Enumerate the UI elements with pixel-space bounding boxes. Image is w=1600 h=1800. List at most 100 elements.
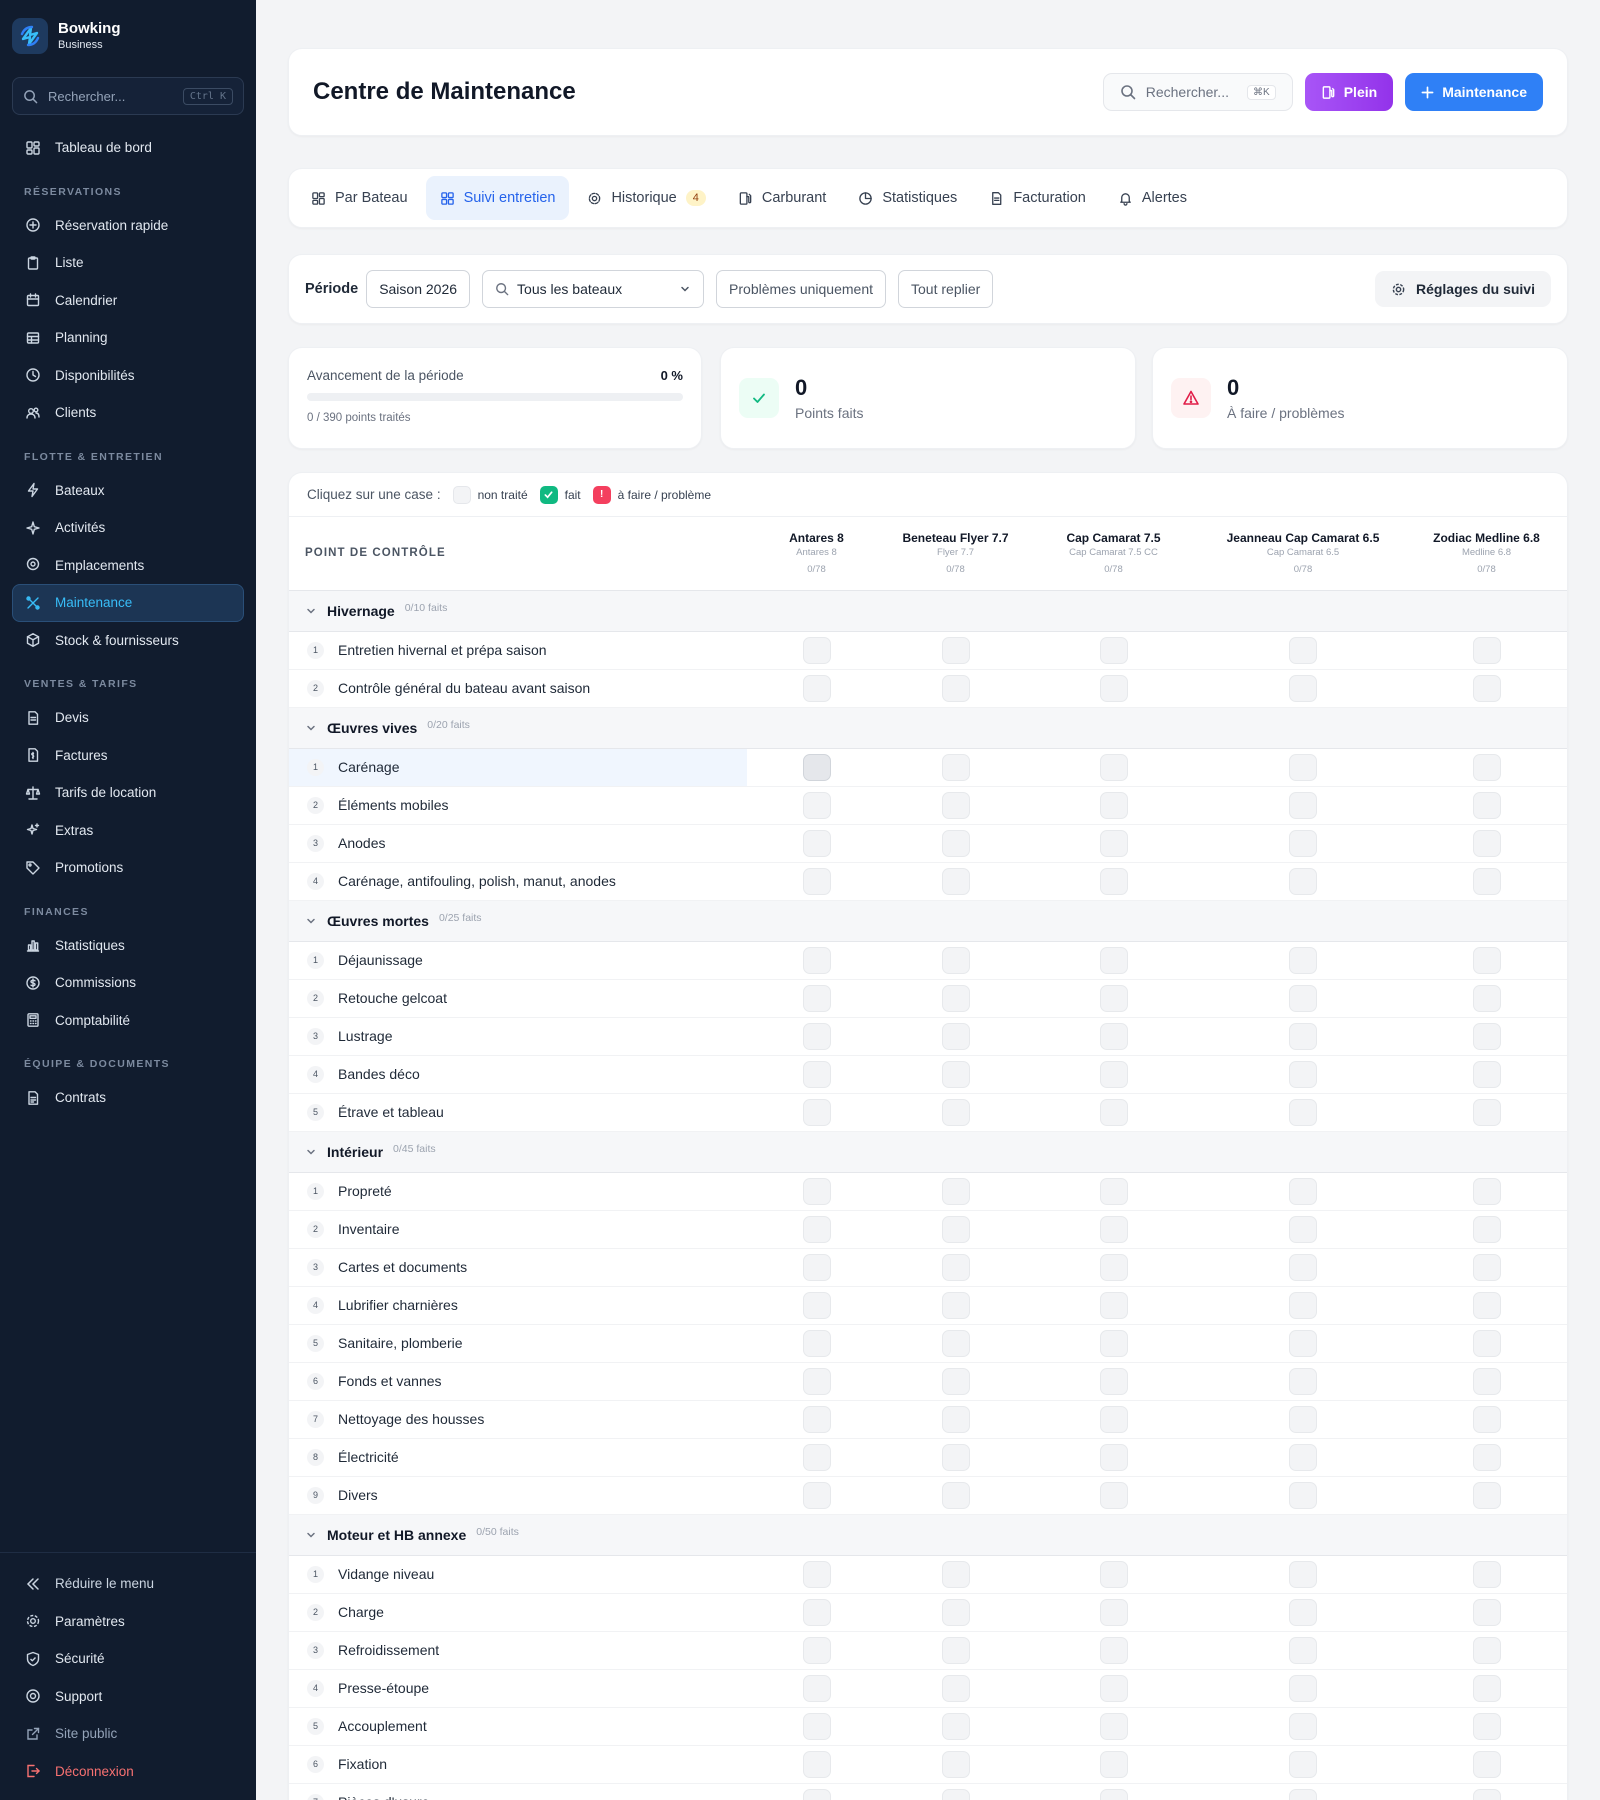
status-checkbox[interactable] [1099,1329,1128,1357]
status-checkbox[interactable] [802,791,831,819]
status-checkbox[interactable] [1099,1215,1128,1243]
sidebar-item-calendrier[interactable]: Calendrier [12,282,244,320]
status-checkbox[interactable] [802,1098,831,1126]
chevron-down-icon[interactable] [305,722,317,734]
status-checkbox[interactable] [1099,791,1128,819]
status-checkbox[interactable] [1289,636,1317,664]
sidebar-item-statistiques[interactable]: Statistiques [12,927,244,965]
status-checkbox[interactable] [1099,1367,1128,1395]
status-checkbox[interactable] [941,753,970,781]
status-checkbox[interactable] [802,1253,831,1281]
status-checkbox[interactable] [1472,1750,1501,1778]
status-checkbox[interactable] [1099,1674,1128,1702]
status-checkbox[interactable] [1472,1291,1501,1319]
status-checkbox[interactable] [941,1750,970,1778]
status-checkbox[interactable] [802,1443,831,1471]
status-checkbox[interactable] [802,867,831,895]
status-checkbox[interactable] [802,984,831,1012]
status-checkbox[interactable] [1472,1367,1501,1395]
status-checkbox[interactable] [1289,753,1317,781]
status-checkbox[interactable] [1472,753,1501,781]
brand[interactable]: Bowking Business [12,18,121,54]
status-checkbox[interactable] [1472,1022,1501,1050]
status-checkbox[interactable] [1472,1177,1501,1205]
status-checkbox[interactable] [1289,1405,1317,1433]
status-checkbox[interactable] [1289,829,1317,857]
status-checkbox[interactable] [1289,674,1317,702]
period-select[interactable]: Saison 2026 [366,270,471,308]
boat-filter-select[interactable]: Tous les bateaux [482,270,705,308]
status-checkbox[interactable] [941,674,970,702]
status-checkbox[interactable] [941,1291,970,1319]
sidebar-item-settings[interactable]: Paramètres [12,1603,244,1641]
status-checkbox[interactable] [941,1367,970,1395]
status-checkbox[interactable] [1099,1712,1128,1740]
status-checkbox[interactable] [941,1788,970,1800]
status-checkbox[interactable] [941,1329,970,1357]
category-row[interactable]: Intérieur 0/45 faits [289,1131,1567,1173]
status-checkbox[interactable] [802,1481,831,1509]
tab-par-bateau[interactable]: Par Bateau [297,176,422,220]
status-checkbox[interactable] [941,1712,970,1740]
sidebar-item-dashboard[interactable]: Tableau de bord [12,129,244,167]
status-checkbox[interactable] [1289,1177,1317,1205]
status-checkbox[interactable] [1289,1367,1317,1395]
status-checkbox[interactable] [941,1443,970,1471]
status-checkbox[interactable] [941,1098,970,1126]
status-checkbox[interactable] [941,1253,970,1281]
category-row[interactable]: Œuvres vives 0/20 faits [289,707,1567,749]
status-checkbox[interactable] [1472,1443,1501,1471]
chevron-down-icon[interactable] [305,1529,317,1541]
status-checkbox[interactable] [1289,1329,1317,1357]
status-checkbox[interactable] [941,1215,970,1243]
status-checkbox[interactable] [1472,674,1501,702]
header-search-input[interactable]: Rechercher... ⌘K [1102,73,1293,111]
status-checkbox[interactable] [941,1636,970,1664]
status-checkbox[interactable] [941,791,970,819]
status-checkbox[interactable] [1472,867,1501,895]
status-checkbox[interactable] [1472,1405,1501,1433]
problems-only-button[interactable]: Problèmes uniquement [716,270,887,308]
status-checkbox[interactable] [1289,1788,1317,1800]
status-checkbox[interactable] [941,636,970,664]
chevron-down-icon[interactable] [305,915,317,927]
status-checkbox[interactable] [1289,1022,1317,1050]
sidebar-item-bateaux[interactable]: Bateaux [12,472,244,510]
status-checkbox[interactable] [802,1750,831,1778]
status-checkbox[interactable] [802,1060,831,1088]
sidebar-item-reservation-rapide[interactable]: Réservation rapide [12,207,244,245]
status-checkbox[interactable] [941,829,970,857]
sidebar-item-emplacements[interactable]: Emplacements [12,547,244,585]
tab-historique[interactable]: Historique 4 [573,176,719,220]
status-checkbox[interactable] [1289,984,1317,1012]
collapse-all-button[interactable]: Tout replier [898,270,994,308]
category-row[interactable]: Hivernage 0/10 faits [289,590,1567,632]
status-checkbox[interactable] [1099,1060,1128,1088]
category-row[interactable]: Moteur et HB annexe 0/50 faits [289,1514,1567,1556]
tab-suivi-entretien[interactable]: Suivi entretien [425,176,570,220]
status-checkbox[interactable] [1472,946,1501,974]
status-checkbox[interactable] [1099,946,1128,974]
status-checkbox[interactable] [1472,1253,1501,1281]
status-checkbox[interactable] [802,1712,831,1740]
status-checkbox[interactable] [1099,984,1128,1012]
status-checkbox[interactable] [1099,1177,1128,1205]
tracking-settings-button[interactable]: Réglages du suivi [1374,271,1551,307]
status-checkbox[interactable] [1472,1674,1501,1702]
plein-button[interactable]: Plein [1304,73,1394,111]
status-checkbox[interactable] [1289,867,1317,895]
status-checkbox[interactable] [802,674,831,702]
status-checkbox[interactable] [1472,984,1501,1012]
status-checkbox[interactable] [1289,1098,1317,1126]
status-checkbox[interactable] [1099,829,1128,857]
status-checkbox[interactable] [1289,1636,1317,1664]
status-checkbox[interactable] [802,1560,831,1588]
status-checkbox[interactable] [941,1177,970,1205]
tab-carburant[interactable]: Carburant [724,176,840,220]
status-checkbox[interactable] [941,984,970,1012]
sidebar-item-liste[interactable]: Liste [12,244,244,282]
status-checkbox[interactable] [941,1481,970,1509]
status-checkbox[interactable] [1099,1750,1128,1778]
status-checkbox[interactable] [1289,1253,1317,1281]
sidebar-item-stock-fournisseurs[interactable]: Stock & fournisseurs [12,622,244,660]
